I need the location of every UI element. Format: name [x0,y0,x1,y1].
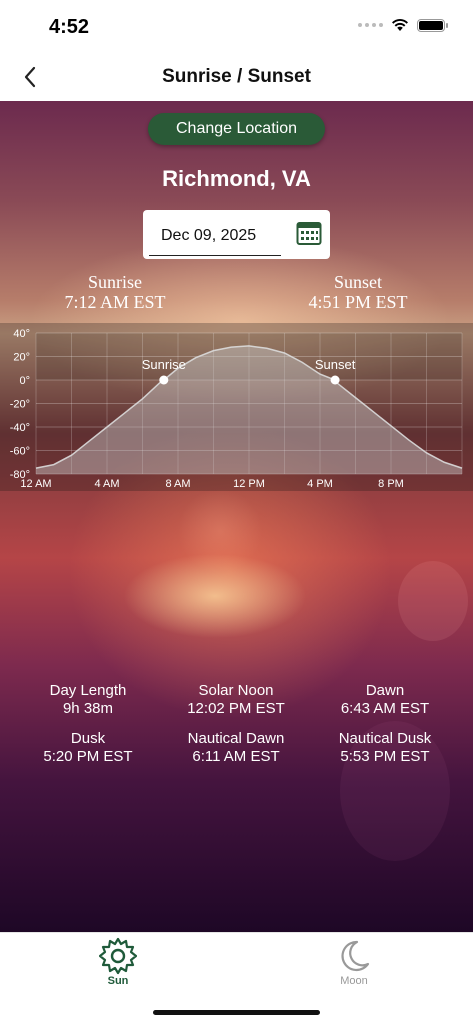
y-tick-label: 20° [13,352,30,364]
status-time: 4:52 [49,16,90,38]
signal-icon [358,23,383,27]
sun-content: Change Location Richmond, VA Dec 09, 202… [0,101,473,932]
info-dusk: Dusk 5:20 PM EST [13,730,163,766]
info-value: 6:43 AM EST [340,700,430,717]
tab-sun-label: Sun [107,975,129,987]
status-icons [358,18,448,32]
y-tick-label: 0° [19,375,30,387]
change-location-button[interactable]: Change Location [148,113,325,145]
info-day-length: Day Length 9h 38m [13,682,163,718]
info-value: 5:20 PM EST [43,748,133,765]
info-value: 9h 38m [62,700,114,717]
x-tick-label: 12 PM [233,478,265,490]
sunset-summary: Sunset 4:51 PM EST [283,272,433,312]
y-tick-label: -40° [10,422,30,434]
sunset-time: 4:51 PM EST [308,292,408,312]
info-label: Nautical Dawn [187,730,285,747]
navigation-bar: Sunrise / Sunset [0,54,473,102]
info-solar-noon: Solar Noon 12:02 PM EST [161,682,311,718]
page-title: Sunrise / Sunset [162,66,311,87]
annotation-point [330,375,340,385]
info-value: 5:53 PM EST [340,748,430,765]
info-value: 12:02 PM EST [187,700,285,717]
info-label: Dusk [70,730,106,747]
annotation-label: Sunset [315,357,356,372]
x-tick-label: 8 PM [378,478,404,490]
calendar-icon[interactable] [296,220,322,246]
info-dawn: Dawn 6:43 AM EST [310,682,460,718]
status-bar: 4:52 [0,0,473,54]
x-tick-label: 12 AM [20,478,51,490]
sun-altitude-chart: 40°20°0°-20°-40°-60°-80°12 AM 4 AM 8 AM 12 … [0,323,473,491]
info-label: Nautical Dusk [338,730,432,747]
annotation-point [159,375,169,385]
sun-icon [99,937,137,975]
battery-icon [417,18,448,32]
info-label: Day Length [49,682,127,699]
x-tick-label: 4 PM [307,478,333,490]
annotation-label: Sunrise [142,357,186,372]
tab-sun[interactable]: Sun [88,937,148,987]
date-picker[interactable]: Dec 09, 2025 [143,210,330,259]
home-indicator [153,1010,320,1015]
info-nautical-dusk: Nautical Dusk 5:53 PM EST [310,730,460,766]
y-tick-label: -60° [10,446,30,458]
moon-icon [341,940,370,972]
info-value: 6:11 AM EST [192,748,280,765]
date-value[interactable]: Dec 09, 2025 [161,227,256,245]
y-tick-label: 40° [13,328,30,340]
info-nautical-dawn: Nautical Dawn 6:11 AM EST [161,730,311,766]
lens-flare [398,561,468,641]
x-tick-label: 8 AM [165,478,190,490]
sunrise-time: 7:12 AM EST [64,292,166,312]
info-label: Dawn [365,682,405,699]
date-underline [149,255,281,256]
wifi-icon [392,18,408,31]
sunset-label: Sunset [333,272,382,292]
tab-moon-label: Moon [340,975,368,987]
sunrise-label: Sunrise [88,272,142,292]
sunrise-summary: Sunrise 7:12 AM EST [40,272,190,312]
city-name: Richmond, VA [162,166,311,191]
info-label: Solar Noon [198,682,274,699]
y-tick-label: -20° [10,399,30,411]
x-tick-label: 4 AM [94,478,119,490]
tab-moon[interactable]: Moon [324,937,384,987]
